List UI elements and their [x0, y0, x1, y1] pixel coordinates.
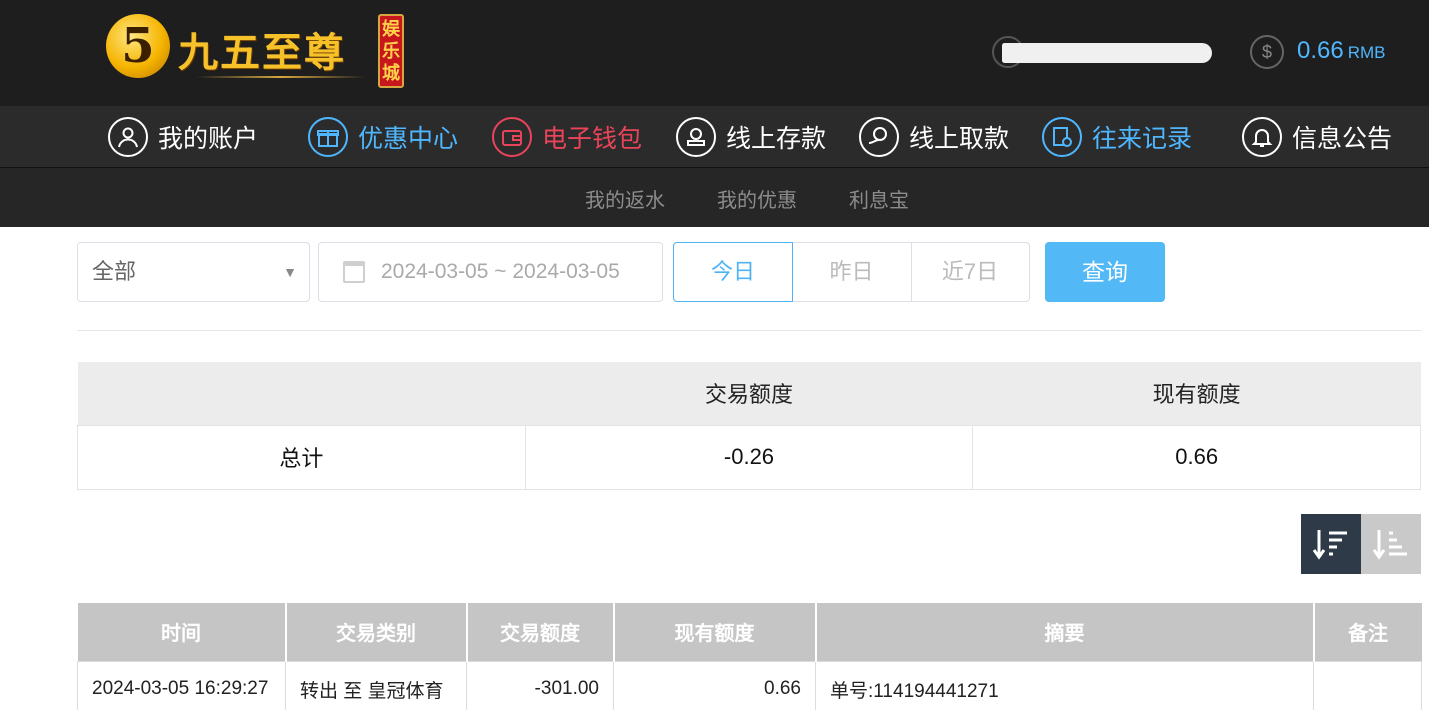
nav-label: 往来记录: [1092, 125, 1193, 153]
nav-label: 电子钱包: [542, 125, 643, 153]
divider: [77, 330, 1421, 331]
cell-note: [1313, 660, 1422, 710]
summary-header-row: 交易额度 现有额度: [77, 362, 1421, 425]
type-select-value: 全部: [92, 259, 137, 284]
bell-icon: [1242, 117, 1282, 157]
brand-logo[interactable]: 5 九五至尊 娱乐城: [106, 10, 406, 90]
logo-ornament: [196, 76, 366, 78]
sort-ascending-button[interactable]: [1361, 514, 1421, 574]
brand-badge: 娱乐城: [378, 14, 404, 88]
summary-header-transaction: 交易额度: [525, 362, 973, 425]
sub-nav: 我的返水 我的优惠 利息宝: [0, 168, 1429, 227]
nav-item-online-withdraw[interactable]: 线上取款: [859, 117, 1009, 157]
records-icon: [1042, 117, 1082, 157]
column-header-amount: 交易额度: [466, 603, 615, 661]
nav-label: 信息公告: [1292, 125, 1393, 153]
column-header-type: 交易类别: [285, 603, 468, 661]
column-header-balance: 现有额度: [613, 603, 817, 661]
logo-emblem: 5: [106, 14, 170, 78]
nav-label: 优惠中心: [358, 125, 459, 153]
nav-item-my-account[interactable]: 我的账户: [108, 117, 258, 157]
nav-item-transaction-records[interactable]: 往来记录: [1042, 117, 1192, 157]
column-header-note: 备注: [1313, 603, 1422, 661]
summary-total-transaction: -0.26: [524, 424, 974, 490]
cell-amount: -301.00: [466, 660, 614, 710]
summary-table: 交易额度 现有额度 总计 -0.26 0.66: [77, 362, 1421, 490]
sub-nav-interest[interactable]: 利息宝: [849, 184, 909, 213]
sub-nav-my-promotions[interactable]: 我的优惠: [717, 184, 797, 213]
nav-label: 线上存款: [726, 125, 827, 153]
summary-total-label: 总计: [77, 424, 526, 490]
withdraw-icon: [859, 117, 899, 157]
sub-nav-rebate[interactable]: 我的返水: [585, 184, 665, 213]
summary-header-current: 现有额度: [972, 362, 1421, 425]
cell-balance: 0.66: [613, 660, 816, 710]
user-icon: [108, 117, 148, 157]
nav-item-announcements[interactable]: 信息公告: [1242, 117, 1392, 157]
quick-date-last-7-days[interactable]: 近7日: [911, 242, 1030, 302]
nav-item-online-deposit[interactable]: 线上存款: [676, 117, 826, 157]
summary-total-current: 0.66: [972, 424, 1421, 490]
table-row: 2024-03-05 16:29:27 转出 至 皇冠体育 -301.00 0.…: [77, 660, 1422, 710]
nav-item-e-wallet[interactable]: 电子钱包: [492, 117, 642, 157]
balance-currency: RMB: [1347, 43, 1386, 62]
quick-date-yesterday[interactable]: 昨日: [792, 242, 912, 302]
type-select[interactable]: 全部 ▼: [77, 242, 310, 302]
deposit-icon: [676, 117, 716, 157]
dollar-coin-icon: $: [1250, 35, 1284, 69]
calendar-icon: [343, 261, 365, 283]
nav-label: 线上取款: [909, 125, 1010, 153]
query-button[interactable]: 查询: [1045, 242, 1165, 302]
column-header-summary: 摘要: [815, 603, 1315, 661]
cell-summary: 单号:114194441271: [815, 660, 1314, 710]
nav-label: 我的账户: [158, 125, 259, 153]
quick-date-today[interactable]: 今日: [673, 242, 793, 302]
summary-header-blank: [77, 362, 526, 425]
sort-descending-icon: [1312, 530, 1347, 560]
summary-total-row: 总计 -0.26 0.66: [77, 424, 1421, 490]
date-range-input[interactable]: 2024-03-05 ~ 2024-03-05: [318, 242, 663, 302]
account-balance: 0.66 RMB: [1297, 37, 1386, 65]
top-bar: 5 九五至尊 娱乐城 $ 0.66 RMB: [0, 0, 1429, 106]
gift-icon: [308, 117, 348, 157]
wallet-icon: [492, 117, 532, 157]
date-range-value: 2024-03-05 ~ 2024-03-05: [381, 260, 620, 283]
balance-value: 0.66: [1297, 37, 1344, 64]
main-nav: 我的账户 优惠中心 电子钱包 线上存款 线上取款 往来记录 信息公告: [0, 106, 1429, 168]
column-header-time: 时间: [77, 603, 287, 661]
brand-name: 九五至尊: [178, 29, 346, 76]
cell-type: 转出 至 皇冠体育: [285, 660, 467, 710]
caret-down-icon: ▼: [283, 264, 297, 280]
sort-ascending-icon: [1372, 530, 1407, 560]
records-table: 时间 交易类别 交易额度 现有额度 摘要 备注 2024-03-05 16:29…: [77, 603, 1422, 710]
records-header-row: 时间 交易类别 交易额度 现有额度 摘要 备注: [77, 603, 1422, 661]
cell-time: 2024-03-05 16:29:27: [77, 660, 286, 710]
sort-descending-button[interactable]: [1301, 514, 1361, 574]
username-redacted: [1002, 43, 1212, 63]
nav-item-promotions[interactable]: 优惠中心: [308, 117, 458, 157]
